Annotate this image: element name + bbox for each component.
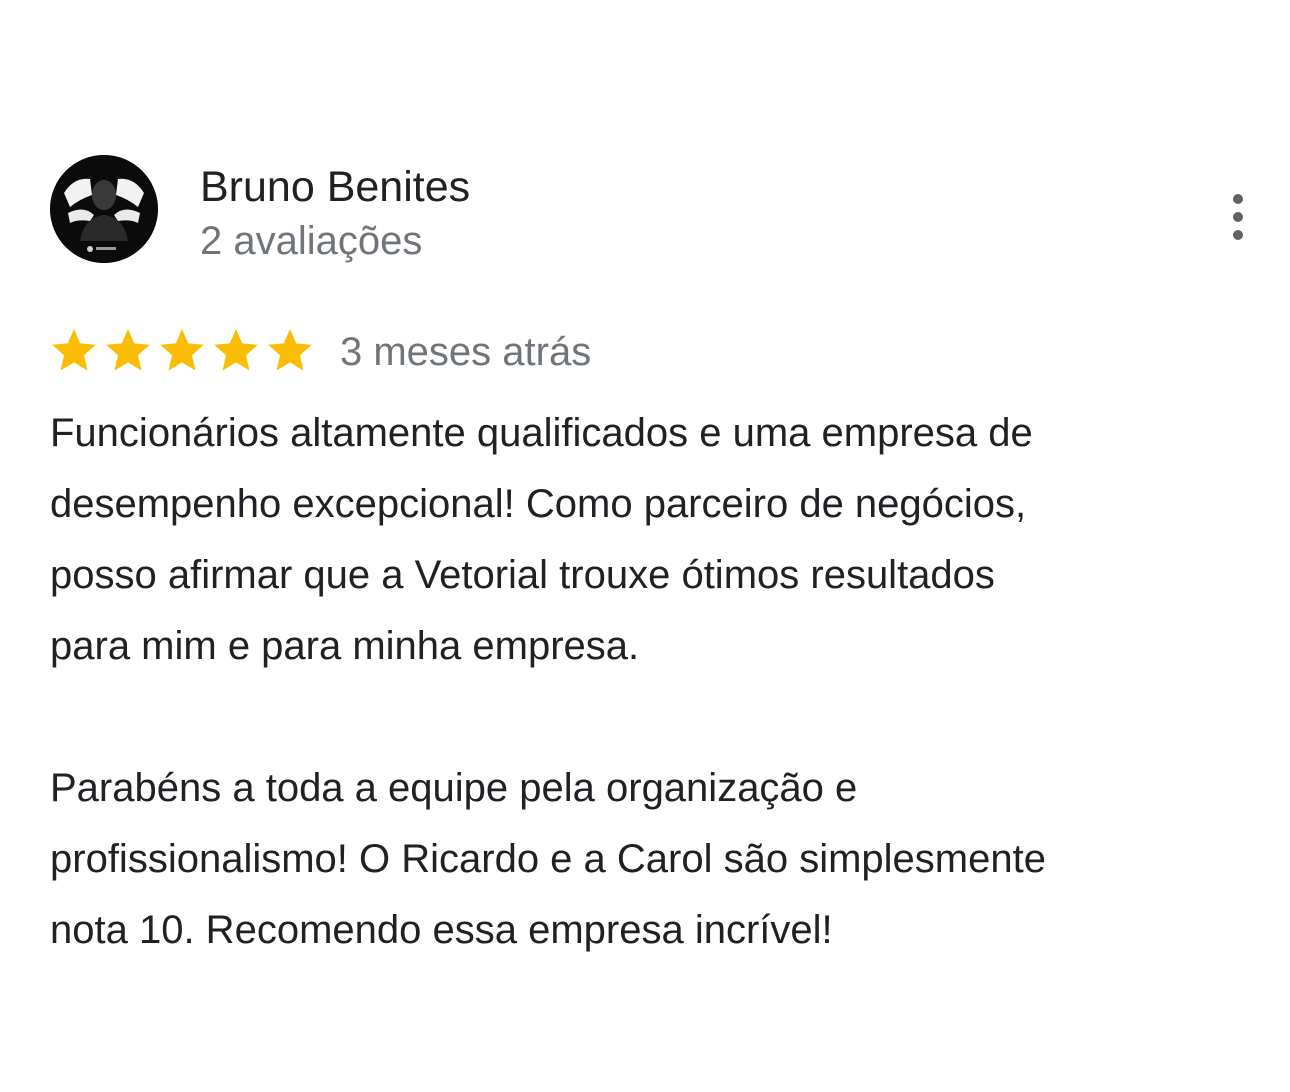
- star-icon: [50, 326, 98, 374]
- author-avatar[interactable]: [50, 155, 158, 263]
- more-options-button[interactable]: [1218, 189, 1258, 245]
- review-card: Bruno Benites 2 avaliações 3 meses atrás…: [0, 0, 1290, 1092]
- avatar-image: [50, 155, 158, 263]
- review-text: Funcionários altamente qualificados e um…: [50, 398, 1265, 966]
- rating-row: 3 meses atrás: [50, 322, 950, 382]
- star-icon: [266, 326, 314, 374]
- review-paragraph: Funcionários altamente qualificados e um…: [50, 411, 1033, 668]
- review-header: Bruno Benites 2 avaliações: [50, 155, 1260, 265]
- star-icon: [104, 326, 152, 374]
- star-icon: [212, 326, 260, 374]
- review-paragraph: Parabéns a toda a equipe pela organizaçã…: [50, 766, 1046, 952]
- author-review-count[interactable]: 2 avaliações: [200, 217, 422, 265]
- more-vert-icon: [1233, 194, 1243, 240]
- author-name[interactable]: Bruno Benites: [200, 161, 470, 213]
- star-rating: [50, 326, 320, 378]
- star-icon: [158, 326, 206, 374]
- review-date: 3 meses atrás: [340, 330, 592, 374]
